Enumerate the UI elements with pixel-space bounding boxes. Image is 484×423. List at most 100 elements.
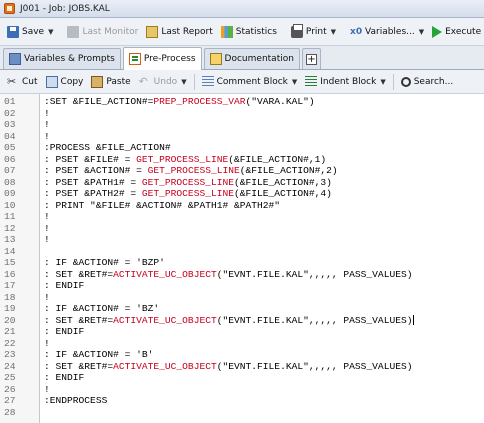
execute-icon xyxy=(432,25,443,38)
line-number: 03 xyxy=(4,119,16,130)
code-line[interactable]: 12! xyxy=(0,223,484,235)
code-line[interactable]: 13! xyxy=(0,234,484,246)
tab-label: Pre-Process xyxy=(143,54,196,64)
comment-block-button[interactable]: Comment Block ▼ xyxy=(198,72,302,92)
pre-process-icon xyxy=(128,53,141,65)
function-token: GET_PROCESS_LINE xyxy=(136,153,229,165)
code-line[interactable]: 08: PSET &PATH1# = GET_PROCESS_LINE(&FIL… xyxy=(0,177,484,189)
code-line[interactable]: 26! xyxy=(0,384,484,396)
undo-label: Undo xyxy=(153,76,178,87)
code-token: ! xyxy=(44,211,50,222)
tab-bar: Variables & Prompts Pre-Process Documentat… xyxy=(0,46,484,70)
code-line[interactable]: 15: IF &ACTION# = 'BZP' xyxy=(0,257,484,269)
line-number: 14 xyxy=(4,245,16,257)
code-token: : PRINT "&FILE# &ACTION# &PATH1# &PATH2#… xyxy=(44,199,281,211)
undo-button[interactable]: ↶ Undo ▼ xyxy=(135,72,191,92)
copy-button[interactable]: Copy xyxy=(42,72,88,92)
code-text: : IF &ACTION# = 'BZ' xyxy=(44,303,159,315)
code-line[interactable]: 02! xyxy=(0,108,484,120)
line-number: 16 xyxy=(4,268,16,280)
code-line[interactable]: 17: ENDIF xyxy=(0,280,484,292)
code-line[interactable]: 16: SET &RET#=ACTIVATE_UC_OBJECT("EVNT.F… xyxy=(0,269,484,281)
code-line[interactable]: 01:SET &FILE_ACTION#=PREP_PROCESS_VAR("V… xyxy=(0,96,484,108)
function-token: ACTIVATE_UC_OBJECT xyxy=(113,314,217,326)
code-line[interactable]: 19 : IF &ACTION# = 'BZ' xyxy=(0,303,484,315)
last-report-button[interactable]: Last Report xyxy=(142,22,216,42)
code-line[interactable]: 07: PSET &ACTION# = GET_PROCESS_LINE(&FI… xyxy=(0,165,484,177)
chevron-down-icon[interactable]: ▼ xyxy=(292,78,297,86)
code-text: ! xyxy=(44,108,50,120)
code-token: : PSET &ACTION# = xyxy=(44,165,148,176)
line-number: 10 xyxy=(4,199,16,211)
code-line[interactable]: 28 xyxy=(0,407,484,419)
cut-button[interactable]: ✂ Cut xyxy=(3,72,42,92)
statistics-button[interactable]: Statistics xyxy=(217,22,281,42)
code-line[interactable]: 27:ENDPROCESS xyxy=(0,395,484,407)
code-text: :PROCESS &FILE_ACTION# xyxy=(44,142,171,154)
code-line[interactable]: 14 xyxy=(0,246,484,258)
code-text: ! xyxy=(44,234,50,246)
line-number: 05 xyxy=(4,142,16,153)
cut-label: Cut xyxy=(22,76,38,87)
text-cursor xyxy=(413,314,415,325)
chevron-down-icon[interactable]: ▼ xyxy=(331,28,336,36)
statistics-icon xyxy=(220,25,233,38)
code-token: (&FILE_ACTION#,3) xyxy=(234,176,332,188)
paste-button[interactable]: Paste xyxy=(87,72,134,92)
code-line[interactable]: 10 : PRINT "&FILE# &ACTION# &PATH1# &PATH… xyxy=(0,200,484,212)
copy-label: Copy xyxy=(60,76,84,87)
edit-toolbar: ✂ Cut Copy Paste ↶ Undo ▼ Comment Block ▼ Indent … xyxy=(0,70,484,94)
last-monitor-button[interactable]: Last Monitor xyxy=(63,22,142,42)
indent-block-button[interactable]: Indent Block ▼ xyxy=(301,72,389,92)
line-number: 11 xyxy=(4,211,16,222)
code-line[interactable]: 05 :PROCESS &FILE_ACTION# xyxy=(0,142,484,154)
paste-icon xyxy=(91,75,104,88)
code-line[interactable]: 21: ENDIF xyxy=(0,326,484,338)
documentation-icon xyxy=(209,53,222,65)
code-text: : IF &ACTION# = 'BZP' xyxy=(44,257,165,269)
code-line[interactable]: 11! xyxy=(0,211,484,223)
line-number: 04 xyxy=(4,130,16,142)
code-line[interactable]: 06: PSET &FILE# = GET_PROCESS_LINE(&FILE… xyxy=(0,154,484,166)
save-button[interactable]: Save ▼ xyxy=(3,22,57,42)
chevron-down-icon[interactable]: ▼ xyxy=(380,78,385,86)
search-button[interactable]: Search... xyxy=(397,72,458,92)
chevron-down-icon[interactable]: ▼ xyxy=(48,28,53,36)
code-line[interactable]: 18! xyxy=(0,292,484,304)
tab-variables-prompts[interactable]: Variables & Prompts xyxy=(3,48,121,69)
code-token: : ENDIF xyxy=(44,372,85,383)
line-number: 28 xyxy=(4,406,16,418)
function-token: GET_PROCESS_LINE xyxy=(147,165,240,176)
code-line[interactable]: 25 : ENDIF xyxy=(0,372,484,384)
tab-pre-process[interactable]: Pre-Process xyxy=(122,47,202,70)
chevron-down-icon[interactable]: ▼ xyxy=(181,78,186,86)
code-line[interactable]: 04! xyxy=(0,131,484,143)
add-tab-button[interactable]: + xyxy=(301,48,321,69)
tab-documentation[interactable]: Documentation xyxy=(203,48,300,69)
code-line[interactable]: 03! xyxy=(0,119,484,131)
script-editor[interactable]: 01:SET &FILE_ACTION#=PREP_PROCESS_VAR("V… xyxy=(0,94,484,423)
code-line[interactable]: 09: PSET &PATH2# = GET_PROCESS_LINE(&FIL… xyxy=(0,188,484,200)
tab-label: Variables & Prompts xyxy=(24,54,115,64)
line-number: 18 xyxy=(4,291,16,303)
print-button[interactable]: Print ▼ xyxy=(287,22,340,42)
variables-button[interactable]: x0 Variables... ▼ xyxy=(346,22,428,42)
code-token: ! xyxy=(44,107,50,119)
code-line[interactable]: 24: SET &RET#=ACTIVATE_UC_OBJECT("EVNT.F… xyxy=(0,361,484,373)
code-token: : SET &RET#= xyxy=(44,268,114,280)
chevron-down-icon[interactable]: ▼ xyxy=(419,28,424,36)
code-token: ("VARA.KAL") xyxy=(245,96,315,107)
execute-button[interactable]: Execute▼ xyxy=(428,22,484,42)
line-number: 19 xyxy=(4,303,16,314)
indent-block-icon xyxy=(305,75,318,88)
function-token: ACTIVATE_UC_OBJECT xyxy=(113,360,217,372)
job-object-icon xyxy=(4,3,15,14)
line-number: 25 xyxy=(4,372,16,383)
code-token: : PSET &FILE# = xyxy=(44,153,137,165)
code-token: : PSET &PATH2# = xyxy=(44,188,142,199)
code-text: : PRINT "&FILE# &ACTION# &PATH1# &PATH2#… xyxy=(44,200,280,212)
code-text: : PSET &ACTION# = GET_PROCESS_LINE(&FILE… xyxy=(44,165,338,177)
code-line[interactable]: 22! xyxy=(0,338,484,350)
code-line[interactable]: 23: IF &ACTION# = 'B' xyxy=(0,349,484,361)
code-line[interactable]: 20: SET &RET#=ACTIVATE_UC_OBJECT("EVNT.F… xyxy=(0,315,484,327)
